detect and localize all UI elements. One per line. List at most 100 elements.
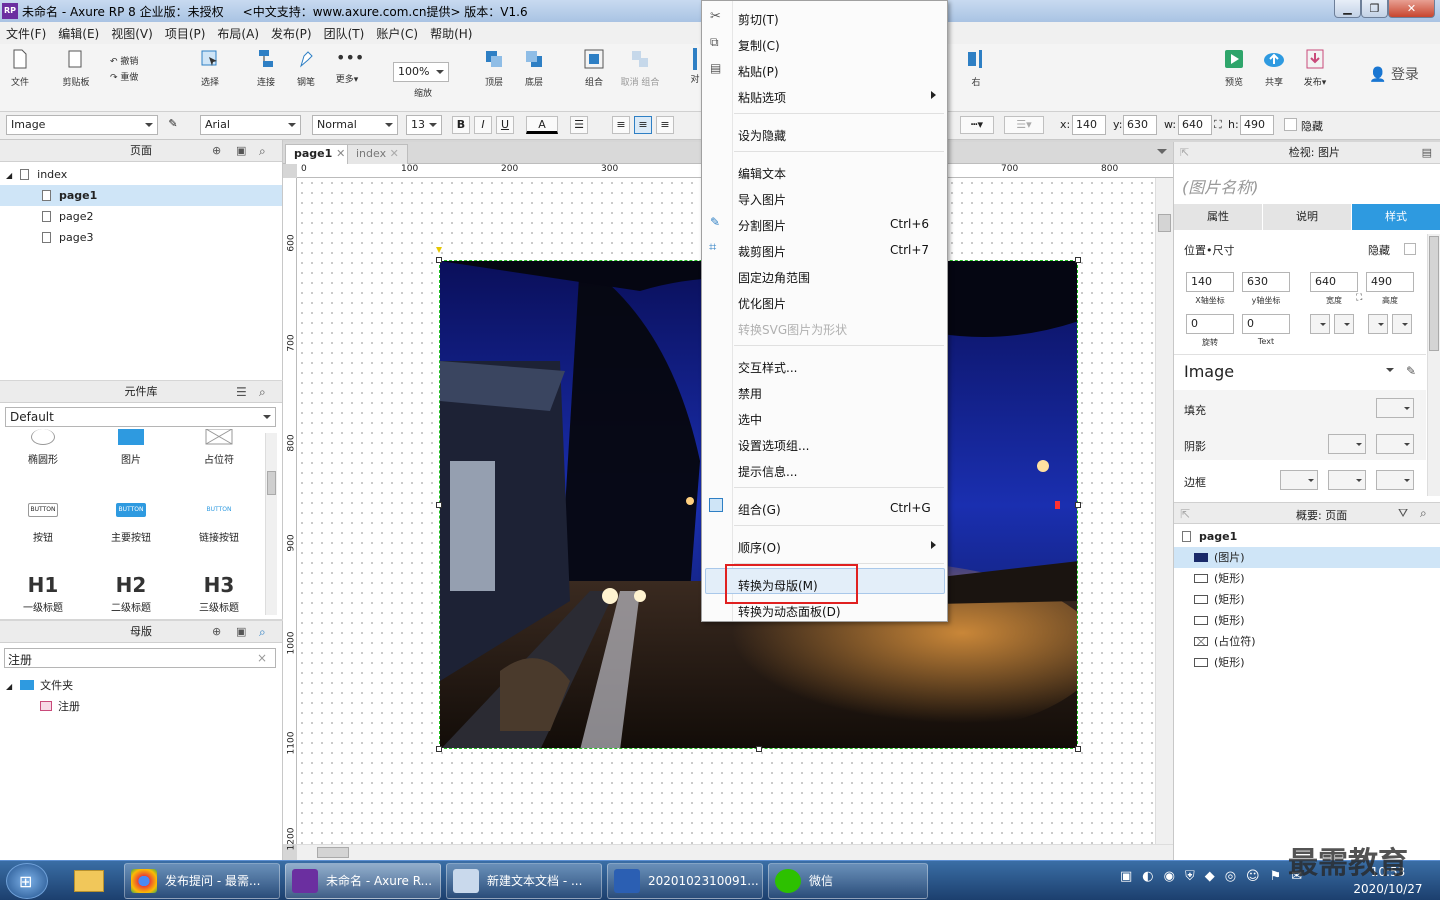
- font-weight-select[interactable]: Normal: [312, 115, 398, 135]
- master-search-input[interactable]: 注册: [4, 648, 276, 668]
- align-right-button[interactable]: 右: [963, 48, 989, 88]
- menu-item-disable[interactable]: 禁用: [738, 385, 762, 402]
- menu-item-import-image[interactable]: 导入图片: [738, 191, 786, 208]
- maximize-button[interactable]: ❐: [1361, 0, 1388, 18]
- style-edit-icon[interactable]: ✎: [164, 116, 182, 134]
- ungroup-button[interactable]: 取消 组合: [618, 48, 662, 88]
- expand-arrow-icon[interactable]: ◢: [6, 171, 12, 180]
- style-select[interactable]: Image: [6, 115, 158, 135]
- tree-item-page1[interactable]: page1: [0, 185, 282, 206]
- search-icon[interactable]: ⌕: [1420, 506, 1427, 521]
- resize-handle[interactable]: [436, 257, 442, 263]
- expand-arrow-icon[interactable]: ◢: [6, 682, 12, 691]
- more-button[interactable]: ••• 更多▾: [330, 48, 365, 85]
- outline-item-image[interactable]: (图片): [1174, 547, 1440, 568]
- fit-content-icon[interactable]: [1310, 314, 1330, 334]
- send-back-button[interactable]: 底层: [520, 48, 548, 88]
- search-icon[interactable]: ⌕: [259, 381, 266, 403]
- menu-help[interactable]: 帮助(H): [424, 22, 478, 42]
- library-scrollbar[interactable]: [265, 433, 277, 615]
- menu-team[interactable]: 团队(T): [318, 22, 371, 42]
- menu-arrange[interactable]: 布局(A): [211, 22, 265, 42]
- task-wechat[interactable]: 微信: [768, 863, 928, 899]
- text-color-button[interactable]: A: [526, 116, 558, 134]
- resize-handle[interactable]: [436, 502, 442, 508]
- hide-checkbox[interactable]: [1284, 118, 1297, 131]
- outline-item-placeholder[interactable]: (占位符): [1174, 631, 1440, 652]
- scrollbar-thumb[interactable]: [1429, 236, 1439, 351]
- login-button[interactable]: 👤 登录: [1364, 64, 1424, 84]
- preview-button[interactable]: 预览: [1220, 48, 1248, 88]
- fill-color-picker[interactable]: [1376, 398, 1414, 418]
- align-right-text-icon[interactable]: ≡: [656, 116, 674, 134]
- outline-page-row[interactable]: page1: [1174, 526, 1440, 547]
- bullet-list-icon[interactable]: ☰: [570, 116, 588, 134]
- outline-item-rect[interactable]: (矩形): [1174, 652, 1440, 673]
- task-chrome[interactable]: 发布提问 - 最需...: [124, 863, 280, 899]
- menu-item-copy[interactable]: 复制(C): [738, 37, 780, 54]
- pen-button[interactable]: 钢笔: [292, 48, 320, 88]
- w-input[interactable]: 640: [1178, 115, 1212, 135]
- scrollbar-thumb[interactable]: [267, 471, 276, 495]
- tree-item-folder[interactable]: ◢ 文件夹: [6, 675, 276, 696]
- widget-name-input[interactable]: (图片名称): [1182, 174, 1259, 198]
- tab-properties[interactable]: 属性: [1174, 204, 1263, 230]
- aspect-lock-icon[interactable]: ⛶: [1214, 118, 1222, 132]
- resize-handle[interactable]: [436, 746, 442, 752]
- menu-view[interactable]: 视图(V): [105, 22, 159, 42]
- border-weight-picker[interactable]: [1280, 470, 1318, 490]
- share-button[interactable]: 共享: [1260, 48, 1288, 88]
- task-notepad[interactable]: 新建文本文档 - ...: [446, 863, 602, 899]
- pin-icon[interactable]: ⇱: [1180, 507, 1190, 521]
- menu-item-interaction-styles[interactable]: 交互样式...: [738, 359, 797, 376]
- group-button[interactable]: 组合: [580, 48, 608, 88]
- menu-item-optimize-image[interactable]: 优化图片: [738, 295, 786, 312]
- tree-item-index[interactable]: ◢ index: [0, 164, 282, 185]
- line-spacing-icon[interactable]: ☰▾: [1004, 116, 1044, 134]
- menu-item-selection-group[interactable]: 设置选项组...: [738, 437, 809, 454]
- rotation-handle-icon[interactable]: [436, 247, 442, 253]
- h2-widget[interactable]: H2 二级标题: [102, 573, 160, 617]
- explorer-pinned[interactable]: [66, 864, 112, 898]
- hide-checkbox[interactable]: [1404, 243, 1416, 255]
- tree-item-master[interactable]: 注册: [40, 696, 276, 717]
- style-edit-icon[interactable]: ✎: [1406, 364, 1416, 378]
- font-select[interactable]: Arial: [200, 115, 301, 135]
- clipboard-button[interactable]: 剪贴板: [56, 48, 96, 88]
- edit-image-icon[interactable]: [1368, 314, 1388, 334]
- close-button[interactable]: ✕: [1388, 0, 1435, 18]
- tab-style[interactable]: 样式: [1352, 204, 1440, 230]
- aspect-lock-icon[interactable]: ⛶: [1356, 293, 1362, 303]
- menu-file[interactable]: 文件(F): [0, 22, 52, 42]
- menu-item-edit-text[interactable]: 编辑文本: [738, 165, 786, 182]
- shadow-style-picker[interactable]: [1328, 434, 1366, 454]
- chevron-down-icon[interactable]: [1386, 368, 1394, 376]
- menu-item-cut[interactable]: 剪切(T): [738, 11, 779, 28]
- h-input[interactable]: 490: [1240, 115, 1274, 135]
- add-master-icon[interactable]: ⊕: [212, 621, 221, 643]
- menu-edit[interactable]: 编辑(E): [52, 22, 105, 42]
- close-tab-icon[interactable]: ✕: [390, 147, 399, 160]
- select-button[interactable]: 选择: [180, 48, 240, 88]
- add-page-icon[interactable]: ⊕: [212, 140, 221, 162]
- crop-image-icon[interactable]: [1392, 314, 1412, 334]
- h-input[interactable]: 490: [1366, 272, 1414, 292]
- menu-account[interactable]: 账户(C): [370, 22, 424, 42]
- publish-button[interactable]: 发布▾: [1298, 48, 1332, 88]
- clear-search-icon[interactable]: ×: [257, 651, 267, 665]
- outline-item-rect[interactable]: (矩形): [1174, 610, 1440, 631]
- resize-handle[interactable]: [756, 746, 762, 752]
- align-center-icon[interactable]: ≡: [634, 116, 652, 134]
- menu-item-order[interactable]: 顺序(O): [738, 539, 781, 556]
- tab-page1[interactable]: page1 ✕: [285, 144, 355, 164]
- filter-icon[interactable]: ⛛: [1398, 506, 1408, 521]
- menu-item-group[interactable]: 组合(G): [738, 501, 781, 518]
- scrollbar-thumb[interactable]: [1158, 214, 1171, 232]
- library-select[interactable]: Default: [5, 407, 276, 427]
- outline-item-rect[interactable]: (矩形): [1174, 589, 1440, 610]
- border-pattern-picker[interactable]: [1376, 470, 1414, 490]
- fit-frame-icon[interactable]: [1334, 314, 1354, 334]
- text-rotation-input[interactable]: 0: [1242, 314, 1290, 334]
- tabs-dropdown-icon[interactable]: [1157, 149, 1167, 159]
- tree-item-page2[interactable]: page2: [0, 206, 282, 227]
